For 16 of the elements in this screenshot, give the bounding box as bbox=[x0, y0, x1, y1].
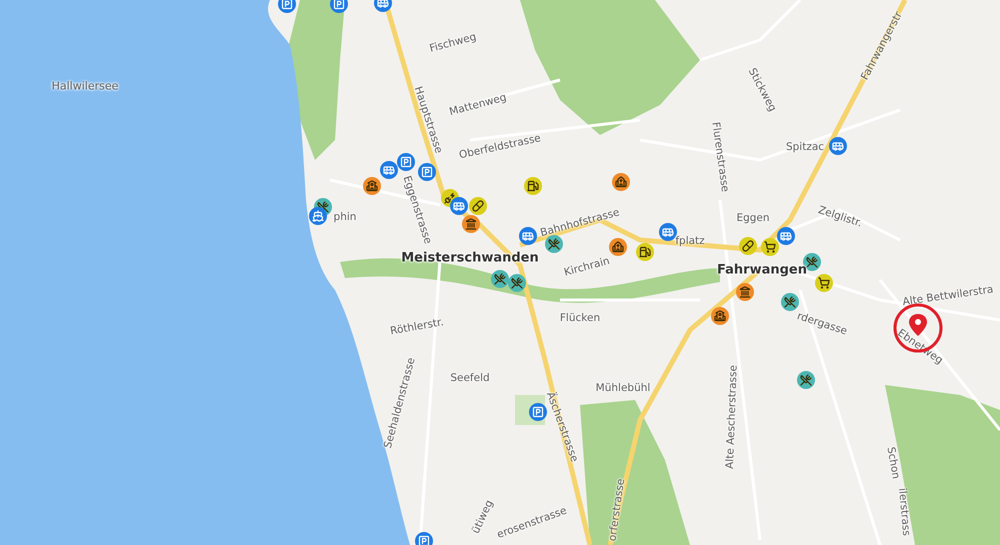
street-label: Alte Bettwilerstra bbox=[902, 284, 994, 308]
place-label: Flücken bbox=[560, 312, 600, 324]
street-label: Flurenstrasse bbox=[710, 121, 730, 193]
street-label: Schon bbox=[885, 446, 901, 480]
street-label: orferstrasse bbox=[607, 478, 627, 542]
street-label: ilerstrass bbox=[896, 488, 912, 536]
street-label: Röthlerstr. bbox=[390, 317, 444, 337]
place-label: Spitzac bbox=[786, 142, 824, 152]
lake-label: Hallwilersee bbox=[52, 80, 118, 92]
street-label: Alte Aescherstrasse bbox=[724, 364, 740, 470]
street-label: Fischweg bbox=[428, 32, 478, 54]
place-label: Seefeld bbox=[450, 372, 490, 384]
street-label: Kirchrain bbox=[563, 256, 611, 278]
place-label: Mühlebühl bbox=[596, 382, 650, 394]
place-label: phin bbox=[334, 212, 356, 222]
place-label: Eggen bbox=[736, 212, 770, 224]
